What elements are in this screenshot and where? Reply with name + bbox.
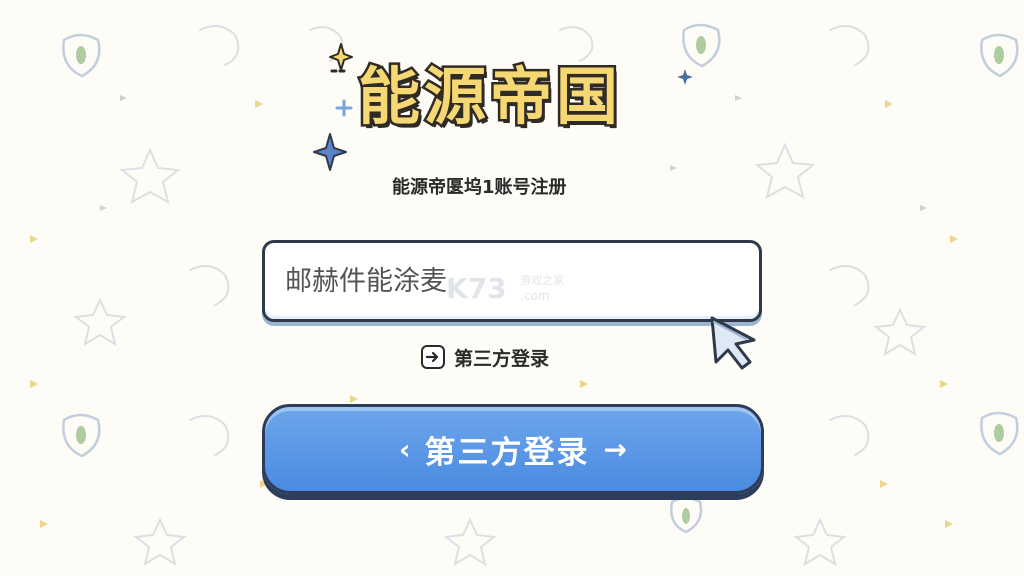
login-button-label: 第三方登录 bbox=[424, 434, 590, 471]
subtitle: 能源帝匽坞1账号注册 bbox=[392, 177, 567, 198]
chevron-left-icon: ‹ bbox=[398, 432, 411, 466]
arrow-box-icon bbox=[421, 345, 445, 369]
third-party-login-button[interactable]: ‹ 第三方登录 → bbox=[262, 404, 764, 494]
plus-sparkle-icon bbox=[335, 99, 353, 117]
title-area: 能源帝国 bbox=[300, 43, 720, 171]
small-star-icon bbox=[677, 69, 693, 85]
third-party-login-label: 第三方登录 bbox=[454, 347, 550, 370]
watermark-logo: K73 游戏之家 .com bbox=[446, 272, 564, 305]
blue-star-icon bbox=[313, 133, 347, 171]
third-party-login-link[interactable]: 第三方登录 bbox=[420, 343, 549, 371]
dash-mark-icon bbox=[330, 69, 346, 73]
watermark-sub: 游戏之家 bbox=[520, 273, 564, 287]
mouse-cursor-icon bbox=[710, 316, 756, 370]
watermark-main: K73 bbox=[446, 272, 507, 305]
watermark-domain: .com bbox=[520, 289, 549, 303]
game-title: 能源帝国 bbox=[355, 60, 623, 133]
arrow-right-icon: → bbox=[603, 432, 627, 466]
